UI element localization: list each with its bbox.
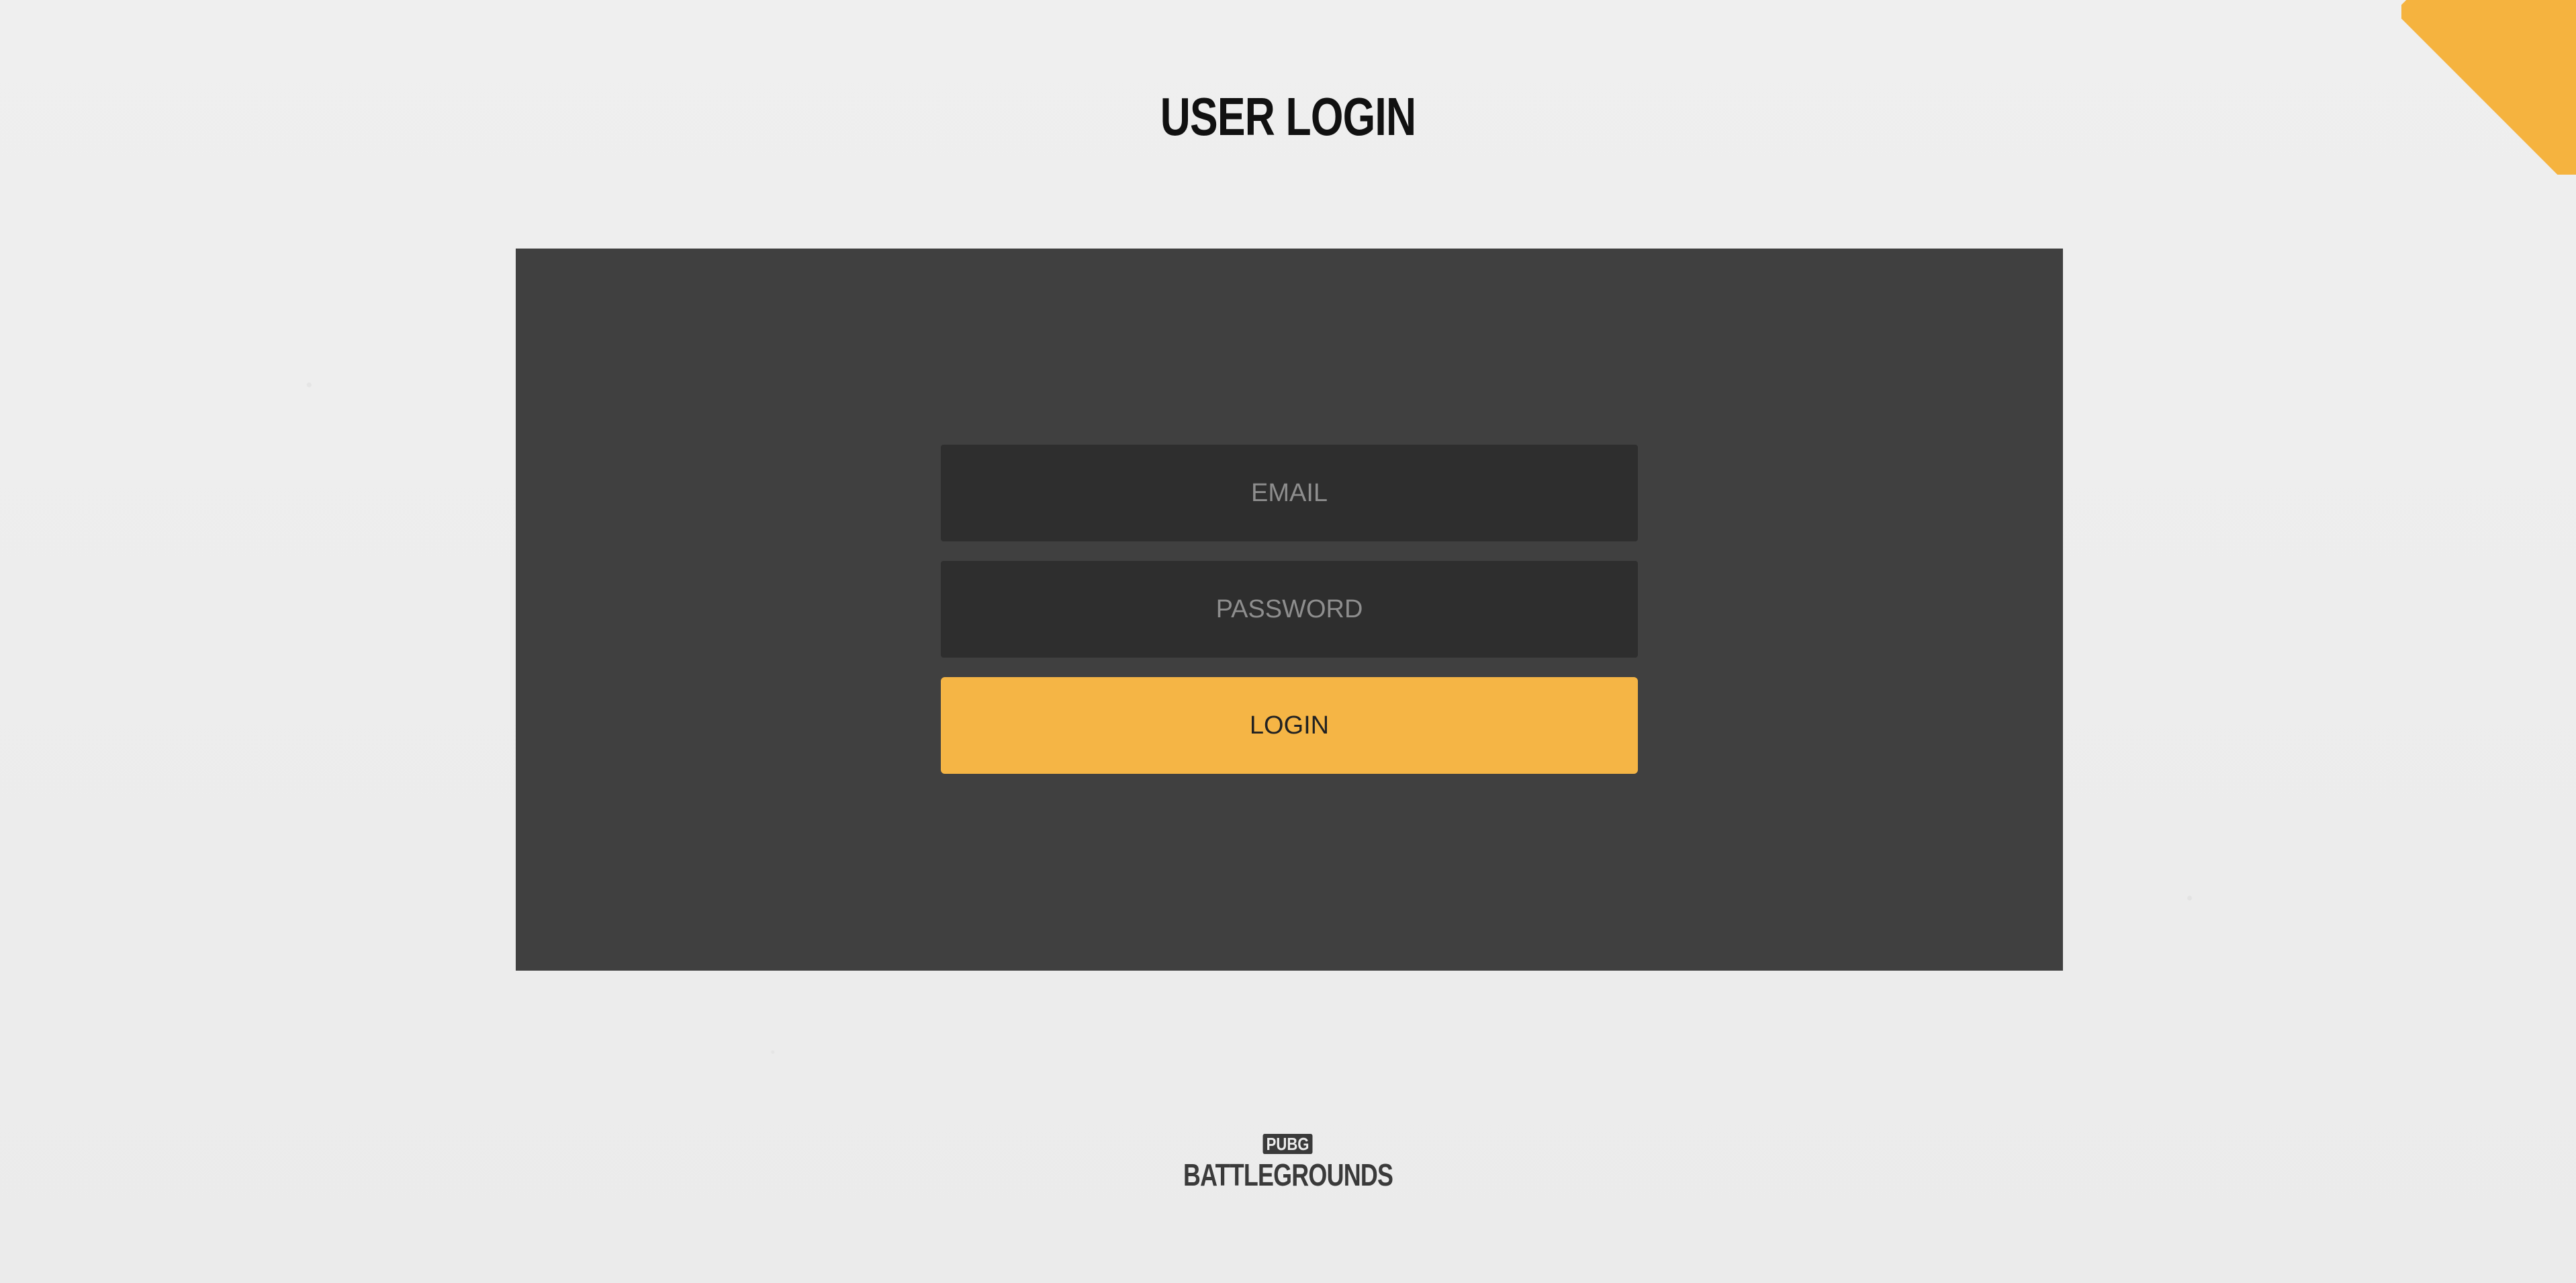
- logo-battlegrounds-text: BATTLEGROUNDS: [1183, 1157, 1393, 1192]
- password-field[interactable]: [941, 561, 1638, 658]
- corner-accent-stripe: [2401, 0, 2576, 175]
- page-title: USER LOGIN: [1160, 87, 1416, 146]
- login-button[interactable]: LOGIN: [941, 677, 1638, 774]
- pubg-battlegrounds-logo: PUBG BATTLEGROUNDS: [0, 1134, 2576, 1193]
- email-field[interactable]: [941, 445, 1638, 541]
- login-panel: LOGIN: [516, 249, 2063, 971]
- logo-pubg-text: PUBG: [1262, 1134, 1314, 1154]
